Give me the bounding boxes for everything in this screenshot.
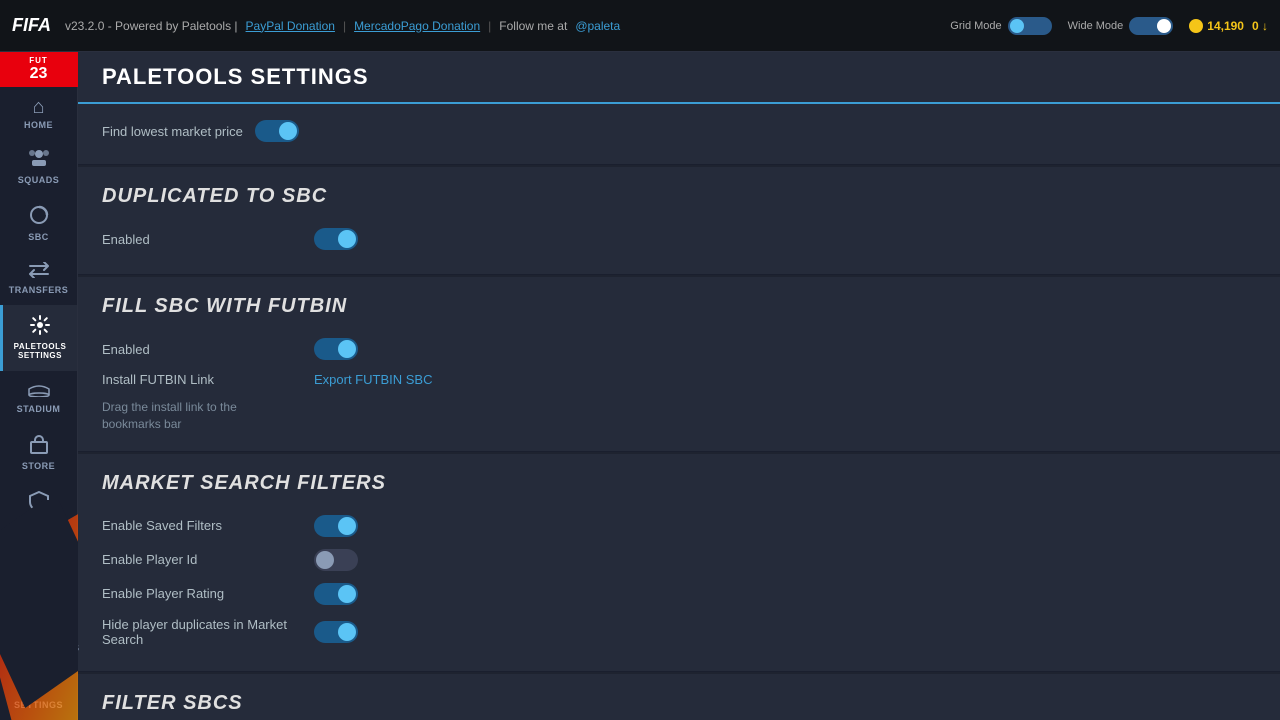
paypal-link[interactable]: PayPal Donation <box>246 19 335 33</box>
find-lowest-toggle[interactable] <box>255 120 299 142</box>
separator1: | <box>343 19 346 33</box>
squads-label: SQUADS <box>18 175 60 185</box>
hide-duplicates-label: Hide player duplicates in Market Search <box>102 617 302 647</box>
separator2: | <box>488 19 491 33</box>
fill-sbc-title: FILL SBC WITH FUTBIN <box>102 295 1256 318</box>
wide-mode-knob <box>1157 19 1171 33</box>
fifa-logo: FIFA <box>12 15 51 36</box>
sbc-label: SBC <box>28 232 49 242</box>
install-futbin-row: Install FUTBIN Link Export FUTBIN SBC <box>102 366 1256 393</box>
fut-text: FUT <box>29 56 48 65</box>
grid-mode-label: Grid Mode <box>950 20 1001 32</box>
home-icon: ⌂ <box>32 97 44 117</box>
store-label: STORE <box>22 461 55 471</box>
section-filter-sbcs: FILTER SBCS Enabled <box>78 674 1280 720</box>
follow-text: Follow me at <box>499 19 567 33</box>
saved-filters-label: Enable Saved Filters <box>102 518 302 533</box>
coin-icon <box>1189 19 1203 33</box>
hide-duplicates-row: Hide player duplicates in Market Search <box>102 611 1256 653</box>
hide-duplicates-toggle[interactable] <box>314 621 358 643</box>
sbc-icon <box>29 205 49 229</box>
player-id-knob <box>316 551 334 569</box>
duplicated-sbc-enabled-row: Enabled <box>102 222 1256 256</box>
partial-section: Find lowest market price <box>78 104 1280 165</box>
hide-duplicates-knob <box>338 623 356 641</box>
find-lowest-label: Find lowest market price <box>102 124 243 139</box>
sidebar-item-sbc[interactable]: SBC <box>0 195 77 252</box>
filter-sbcs-title: FILTER SBCS <box>102 692 1256 715</box>
transfers-icon <box>28 262 50 282</box>
paleta-link[interactable]: @paleta <box>575 19 620 33</box>
content-area: PALETOOLS SETTINGS Find lowest market pr… <box>78 52 1280 720</box>
player-rating-label: Enable Player Rating <box>102 586 302 601</box>
version-text: v23.2.0 - Powered by Paletools | <box>65 19 238 33</box>
coins-display: 14,190 0 ↓ <box>1189 19 1268 33</box>
paletools-label: PALETOOLSSETTINGS <box>14 342 67 361</box>
sidebar-item-home[interactable]: ⌂ HOME <box>0 87 77 140</box>
wide-mode-slider[interactable] <box>1129 17 1173 35</box>
transfer-count: 0 ↓ <box>1252 19 1268 33</box>
squads-icon <box>29 150 49 172</box>
home-label: HOME <box>24 120 53 130</box>
section-fill-sbc: FILL SBC WITH FUTBIN Enabled Install FUT… <box>78 277 1280 452</box>
sidebar-item-stadium[interactable]: STADIUM <box>0 371 77 424</box>
fill-sbc-enabled-label: Enabled <box>102 342 302 357</box>
top-bar-right: Grid Mode Wide Mode 14,190 0 ↓ <box>950 17 1268 35</box>
settings-scroll-area[interactable]: Find lowest market price DUPLICATED TO S… <box>78 104 1280 720</box>
page-title: PALETOOLS SETTINGS <box>102 64 369 90</box>
duplicated-sbc-enabled-label: Enabled <box>102 232 302 247</box>
page-header: PALETOOLS SETTINGS <box>78 52 1280 104</box>
section-market-search: MARKET SEARCH FILTERS Enable Saved Filte… <box>78 454 1280 672</box>
install-futbin-label: Install FUTBIN Link <box>102 372 302 387</box>
duplicated-sbc-knob <box>338 230 356 248</box>
saved-filters-row: Enable Saved Filters <box>102 509 1256 543</box>
duplicated-sbc-toggle[interactable] <box>314 228 358 250</box>
stadium-icon <box>28 381 50 401</box>
coins-amount: 14,190 <box>1207 19 1244 33</box>
grid-mode-toggle[interactable]: Grid Mode <box>950 17 1051 35</box>
player-rating-knob <box>338 585 356 603</box>
fill-sbc-knob <box>338 340 356 358</box>
fill-sbc-toggle[interactable] <box>314 338 358 360</box>
player-id-toggle[interactable] <box>314 549 358 571</box>
mercado-link[interactable]: MercadoPago Donation <box>354 19 480 33</box>
stadium-label: STADIUM <box>17 404 61 414</box>
main-layout: FUT 23 ⌂ HOME SQUADS SBC TRANSFERS <box>0 52 1280 720</box>
sidebar: FUT 23 ⌂ HOME SQUADS SBC TRANSFERS <box>0 52 78 720</box>
sidebar-item-paletools[interactable]: PALETOOLSSETTINGS <box>0 305 77 371</box>
market-search-title: MARKET SEARCH FILTERS <box>102 472 1256 495</box>
sidebar-art <box>0 500 78 720</box>
section-duplicated-sbc: DUPLICATED TO SBC Enabled <box>78 167 1280 275</box>
drag-note: Drag the install link to thebookmarks ba… <box>102 399 1256 433</box>
saved-filters-toggle[interactable] <box>314 515 358 537</box>
paletools-icon <box>30 315 50 339</box>
player-rating-row: Enable Player Rating <box>102 577 1256 611</box>
grid-mode-knob <box>1010 19 1024 33</box>
sidebar-item-transfers[interactable]: TRANSFERS <box>0 252 77 305</box>
year-text: 23 <box>30 65 48 83</box>
find-lowest-row: Find lowest market price <box>102 114 1256 148</box>
top-bar: FIFA v23.2.0 - Powered by Paletools | Pa… <box>0 0 1280 52</box>
transfers-label: TRANSFERS <box>9 285 69 295</box>
grid-mode-slider[interactable] <box>1008 17 1052 35</box>
find-lowest-knob <box>279 122 297 140</box>
sidebar-item-squads[interactable]: SQUADS <box>0 140 77 195</box>
duplicated-sbc-title: DUPLICATED TO SBC <box>102 185 1256 208</box>
saved-filters-knob <box>338 517 356 535</box>
player-id-row: Enable Player Id <box>102 543 1256 577</box>
wide-mode-toggle[interactable]: Wide Mode <box>1068 17 1174 35</box>
wide-mode-label: Wide Mode <box>1068 20 1124 32</box>
player-id-label: Enable Player Id <box>102 552 302 567</box>
store-icon <box>29 434 49 458</box>
player-rating-toggle[interactable] <box>314 583 358 605</box>
export-futbin-link[interactable]: Export FUTBIN SBC <box>314 372 432 387</box>
fut23-badge[interactable]: FUT 23 <box>0 52 78 87</box>
fill-sbc-enabled-row: Enabled <box>102 332 1256 366</box>
sidebar-item-store[interactable]: STORE <box>0 424 77 481</box>
